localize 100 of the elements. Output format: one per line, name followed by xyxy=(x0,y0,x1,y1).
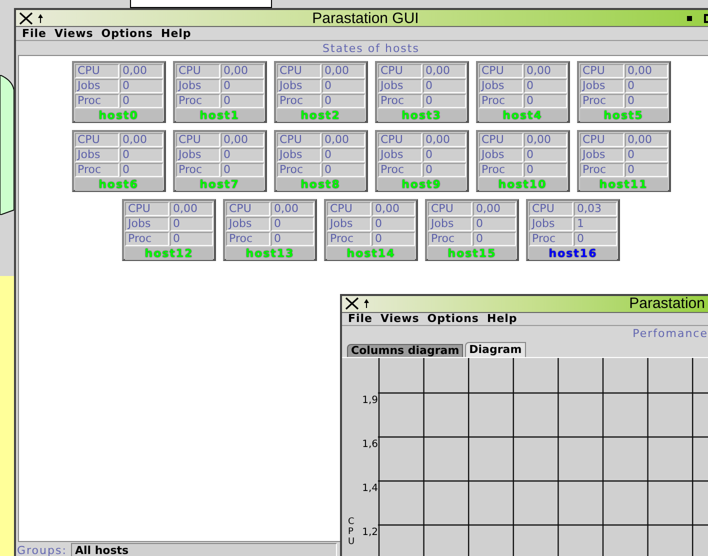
host-stat-value: 0,00 xyxy=(422,133,466,147)
host-stat-value: 0,00 xyxy=(322,64,364,78)
host-stat-label: CPU xyxy=(176,133,220,147)
host-name: host6 xyxy=(98,178,138,191)
host-stat-label: Jobs xyxy=(478,148,522,162)
host-stat-value: 0 xyxy=(574,232,617,246)
host-stat-label: Jobs xyxy=(276,148,320,162)
host-stat-label: CPU xyxy=(580,64,624,78)
host-stat-label: Proc xyxy=(378,163,422,177)
host-stat-label: CPU xyxy=(74,133,118,147)
host-stat-value: 0 xyxy=(624,148,668,162)
host-name: host15 xyxy=(448,247,496,260)
host-stat-label: CPU xyxy=(478,64,522,78)
host-stat-value: 0 xyxy=(322,94,364,108)
host-stat-value: 0 xyxy=(120,148,162,162)
host-stat-value: 0,03 xyxy=(574,202,617,216)
host-stat-label: Jobs xyxy=(580,79,624,93)
host-stat-label: Jobs xyxy=(125,217,169,231)
host-stat-value: 0 xyxy=(422,94,466,108)
menu-item[interactable]: Help xyxy=(484,313,520,324)
host-stat-label: Proc xyxy=(327,232,371,246)
host-stat-label: CPU xyxy=(378,133,422,147)
pin-icon[interactable] xyxy=(37,14,44,22)
host-stat-value: 0 xyxy=(422,148,466,162)
host-stat-value: 0 xyxy=(524,148,566,162)
window-title: Parastation xyxy=(629,296,705,312)
host-stat-label: Jobs xyxy=(529,217,573,231)
menu-item[interactable]: Help xyxy=(158,28,194,39)
host-stat-label: Jobs xyxy=(74,79,118,93)
x-logo-icon xyxy=(345,297,359,310)
host-stat-value: 0 xyxy=(524,79,566,93)
host-stat-label: Jobs xyxy=(378,79,422,93)
host-stat-value: 0,00 xyxy=(524,64,566,78)
axis-label: CPU xyxy=(348,518,356,548)
host-stat-label: Jobs xyxy=(276,79,320,93)
host-stat-value: 0 xyxy=(422,163,466,177)
menu-item[interactable]: Options xyxy=(99,28,155,39)
menu-item[interactable]: Options xyxy=(425,313,481,324)
host-stat-value: 0 xyxy=(220,94,264,108)
host-name: host14 xyxy=(346,247,396,260)
tab[interactable]: Diagram xyxy=(465,342,526,357)
menu-item[interactable]: Views xyxy=(378,313,422,324)
host-stat-label: Proc xyxy=(428,232,472,246)
host-stat-label: Jobs xyxy=(226,217,270,231)
host-stat-label: Jobs xyxy=(327,217,371,231)
host-stat-label: Proc xyxy=(176,163,220,177)
host-stat-value: 0 xyxy=(271,217,314,231)
pin-icon[interactable] xyxy=(363,299,370,308)
host-stat-label: CPU xyxy=(478,133,522,147)
host-stat-label: Proc xyxy=(276,94,320,108)
host-stat-value: 0,00 xyxy=(120,64,162,78)
host-stat-label: CPU xyxy=(276,64,320,78)
minimize-icon[interactable] xyxy=(687,16,692,20)
host-stat-label: Jobs xyxy=(378,148,422,162)
host-stat-value: 0 xyxy=(372,217,415,231)
host-stat-label: Proc xyxy=(478,94,522,108)
tick-label: 1,4 xyxy=(362,483,378,494)
host-stat-label: CPU xyxy=(378,64,422,78)
host-stat-value: 0 xyxy=(624,94,668,108)
host-stat-label: Proc xyxy=(276,163,320,177)
host-stat-value: 0 xyxy=(120,79,162,93)
host-stat-value: 0 xyxy=(473,232,516,246)
host-stat-label: CPU xyxy=(226,202,270,216)
menu-item[interactable]: Views xyxy=(52,28,96,39)
host-name: host13 xyxy=(246,247,294,260)
host-stat-value: 0,00 xyxy=(422,64,466,78)
host-stat-label: Proc xyxy=(580,163,624,177)
host-stat-value: 0,00 xyxy=(271,202,314,216)
groups-field[interactable]: All hosts xyxy=(70,542,337,556)
host-stat-value: 0 xyxy=(473,217,516,231)
host-name: host5 xyxy=(604,109,644,122)
host-stat-label: Proc xyxy=(226,232,270,246)
host-stat-value: 0 xyxy=(271,232,314,246)
host-stat-value: 0,00 xyxy=(624,133,668,147)
tab[interactable]: Columns diagram xyxy=(347,344,464,357)
menu-item[interactable]: File xyxy=(346,313,375,324)
tick-label: 1,6 xyxy=(362,439,378,450)
window-title: Parastation GUI xyxy=(312,10,419,26)
host-stat-label: Proc xyxy=(580,94,624,108)
host-stat-value: 0 xyxy=(322,79,364,93)
host-name: host1 xyxy=(200,109,240,122)
host-name: host7 xyxy=(200,178,240,191)
host-stat-value: 0,00 xyxy=(220,64,264,78)
panel-title: Perfomance xyxy=(632,328,708,340)
host-stat-value: 0,00 xyxy=(624,64,668,78)
host-stat-value: 0 xyxy=(322,148,364,162)
host-stat-value: 0 xyxy=(220,148,264,162)
host-stat-label: Proc xyxy=(125,232,169,246)
host-stat-value: 0,00 xyxy=(170,202,213,216)
host-name: host10 xyxy=(498,178,547,191)
host-stat-label: CPU xyxy=(529,202,573,216)
host-stat-label: CPU xyxy=(74,64,118,78)
host-stat-value: 0 xyxy=(422,79,466,93)
menu-item[interactable]: File xyxy=(20,28,49,39)
panel-title: States of hosts xyxy=(322,42,420,54)
host-stat-label: CPU xyxy=(276,133,320,147)
host-stat-value: 0 xyxy=(220,79,264,93)
host-stat-label: Proc xyxy=(74,94,118,108)
host-name: host9 xyxy=(402,178,442,191)
host-stat-value: 0,00 xyxy=(372,202,415,216)
